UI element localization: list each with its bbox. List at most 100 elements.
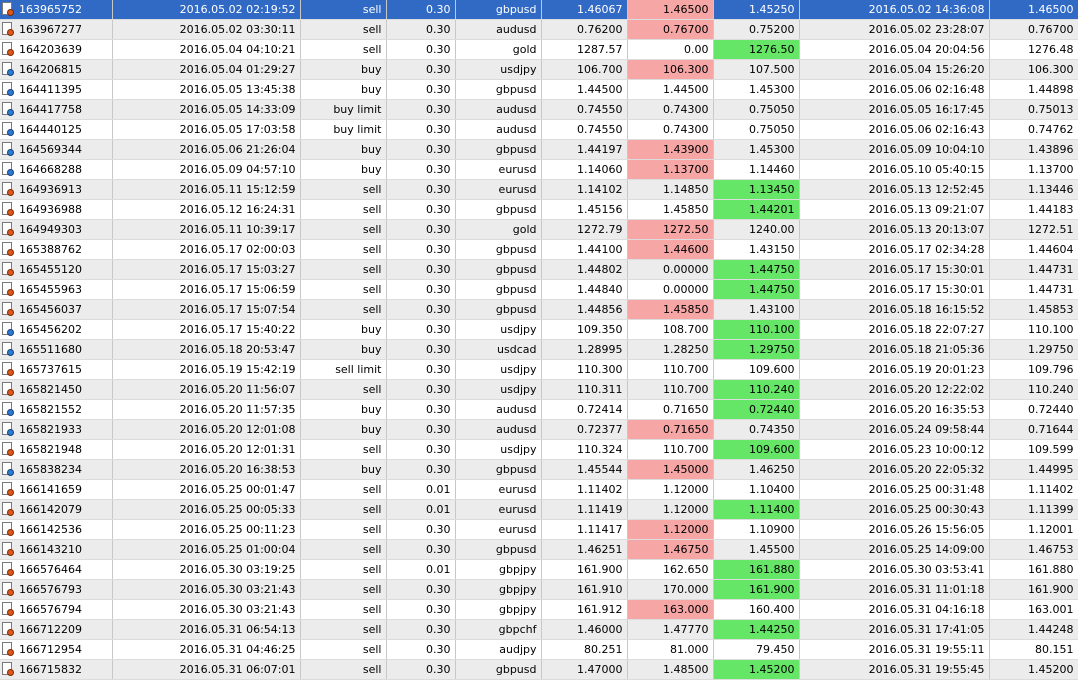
open-price-cell: 1.46067 xyxy=(541,0,628,20)
ticket-number: 165455120 xyxy=(19,263,82,276)
size-cell: 0.30 xyxy=(386,239,456,260)
close-price-cell: 1.44248 xyxy=(989,619,1078,640)
order-type-cell: sell xyxy=(300,519,387,540)
table-row[interactable]: 163967277 2016.05.02 03:30:11 sell 0.30 audu… xyxy=(0,19,1078,40)
ticket-cell: 166576464 xyxy=(0,559,113,580)
ticket-number: 165821933 xyxy=(19,423,82,436)
ticket-cell: 164411395 xyxy=(0,79,113,100)
open-time-cell: 2016.05.09 04:57:10 xyxy=(112,159,301,180)
ticket-cell: 166712209 xyxy=(0,619,113,640)
stop-loss-cell: 1.12000 xyxy=(627,479,714,500)
table-row[interactable]: 164936913 2016.05.11 15:12:59 sell 0.30 euru… xyxy=(0,179,1078,200)
table-row[interactable]: 164569344 2016.05.06 21:26:04 buy 0.30 gbpus… xyxy=(0,139,1078,160)
close-time-cell: 2016.05.13 09:21:07 xyxy=(799,199,990,220)
close-price-cell: 1.46500 xyxy=(989,0,1078,20)
ticket-cell: 163965752 xyxy=(0,0,113,20)
symbol-cell: gbpusd xyxy=(455,0,542,20)
close-price-cell: 1272.51 xyxy=(989,219,1078,240)
table-row[interactable]: 164668288 2016.05.09 04:57:10 buy 0.30 eurus… xyxy=(0,159,1078,180)
table-row[interactable]: 165821552 2016.05.20 11:57:35 buy 0.30 audus… xyxy=(0,399,1078,420)
table-row[interactable]: 165455120 2016.05.17 15:03:27 sell 0.30 gbpu… xyxy=(0,259,1078,280)
table-row[interactable]: 164936988 2016.05.12 16:24:31 sell 0.30 gbpu… xyxy=(0,199,1078,220)
table-row[interactable]: 166715832 2016.05.31 06:07:01 sell 0.30 gbpu… xyxy=(0,659,1078,680)
order-type-cell: sell xyxy=(300,539,387,560)
ticket-cell: 164206815 xyxy=(0,59,113,80)
size-cell: 0.01 xyxy=(386,479,456,500)
table-row[interactable]: 164949303 2016.05.11 10:39:17 sell 0.30 gold… xyxy=(0,219,1078,240)
table-row[interactable]: 163965752 2016.05.02 02:19:52 sell 0.30 gbpu… xyxy=(0,0,1078,20)
table-row[interactable]: 166143210 2016.05.25 01:00:04 sell 0.30 gbpu… xyxy=(0,539,1078,560)
table-row[interactable]: 165511680 2016.05.18 20:53:47 buy 0.30 usdca… xyxy=(0,339,1078,360)
order-type-cell: buy xyxy=(300,419,387,440)
ticket-cell: 165388762 xyxy=(0,239,113,260)
size-cell: 0.30 xyxy=(386,339,456,360)
take-profit-cell: 1.45300 xyxy=(713,79,800,100)
stop-loss-cell: 108.700 xyxy=(627,319,714,340)
order-sell-icon xyxy=(2,242,14,256)
close-price-cell: 161.900 xyxy=(989,579,1078,600)
open-price-cell: 1.44500 xyxy=(541,79,628,100)
table-row[interactable]: 164203639 2016.05.04 04:10:21 sell 0.30 gold… xyxy=(0,39,1078,60)
table-row[interactable]: 165456202 2016.05.17 15:40:22 buy 0.30 usdjp… xyxy=(0,319,1078,340)
take-profit-cell: 0.72440 xyxy=(713,399,800,420)
close-price-cell: 1.44898 xyxy=(989,79,1078,100)
table-row[interactable]: 166576794 2016.05.30 03:21:43 sell 0.30 gbpj… xyxy=(0,599,1078,620)
table-row[interactable]: 164206815 2016.05.04 01:29:27 buy 0.30 usdjp… xyxy=(0,59,1078,80)
table-row[interactable]: 166142079 2016.05.25 00:05:33 sell 0.01 euru… xyxy=(0,499,1078,520)
ticket-cell: 165455963 xyxy=(0,279,113,300)
open-price-cell: 106.700 xyxy=(541,59,628,80)
ticket-number: 165737615 xyxy=(19,363,82,376)
symbol-cell: eurusd xyxy=(455,519,542,540)
order-type-cell: sell xyxy=(300,439,387,460)
stop-loss-cell: 1.46750 xyxy=(627,539,714,560)
close-time-cell: 2016.05.20 16:35:53 xyxy=(799,399,990,420)
take-profit-cell: 0.74350 xyxy=(713,419,800,440)
table-row[interactable]: 166142536 2016.05.25 00:11:23 sell 0.30 euru… xyxy=(0,519,1078,540)
table-row[interactable]: 165388762 2016.05.17 02:00:03 sell 0.30 gbpu… xyxy=(0,239,1078,260)
table-row[interactable]: 165821450 2016.05.20 11:56:07 sell 0.30 usdj… xyxy=(0,379,1078,400)
ticket-number: 164206815 xyxy=(19,63,82,76)
order-sell-icon xyxy=(2,502,14,516)
table-row[interactable]: 165456037 2016.05.17 15:07:54 sell 0.30 gbpu… xyxy=(0,299,1078,320)
size-cell: 0.30 xyxy=(386,99,456,120)
ticket-cell: 165455120 xyxy=(0,259,113,280)
order-sell-icon xyxy=(2,202,14,216)
order-buy-icon xyxy=(2,342,14,356)
close-time-cell: 2016.05.17 15:30:01 xyxy=(799,259,990,280)
open-time-cell: 2016.05.30 03:21:43 xyxy=(112,599,301,620)
order-type-cell: sell limit xyxy=(300,359,387,380)
table-row[interactable]: 165821933 2016.05.20 12:01:08 buy 0.30 audus… xyxy=(0,419,1078,440)
table-row[interactable]: 166576793 2016.05.30 03:21:43 sell 0.30 gbpj… xyxy=(0,579,1078,600)
take-profit-cell: 1.11400 xyxy=(713,499,800,520)
order-sell-icon xyxy=(2,582,14,596)
ticket-number: 165388762 xyxy=(19,243,82,256)
symbol-cell: eurusd xyxy=(455,479,542,500)
table-row[interactable]: 166576464 2016.05.30 03:19:25 sell 0.01 gbpj… xyxy=(0,559,1078,580)
ticket-cell: 166712954 xyxy=(0,639,113,660)
order-type-cell: sell xyxy=(300,579,387,600)
table-row[interactable]: 166712209 2016.05.31 06:54:13 sell 0.30 gbpc… xyxy=(0,619,1078,640)
table-row[interactable]: 165838234 2016.05.20 16:38:53 buy 0.30 gbpus… xyxy=(0,459,1078,480)
order-sell-icon xyxy=(2,362,14,376)
open-price-cell: 1.46000 xyxy=(541,619,628,640)
open-time-cell: 2016.05.11 10:39:17 xyxy=(112,219,301,240)
open-time-cell: 2016.05.11 15:12:59 xyxy=(112,179,301,200)
table-row[interactable]: 165821948 2016.05.20 12:01:31 sell 0.30 usdj… xyxy=(0,439,1078,460)
close-time-cell: 2016.05.02 23:28:07 xyxy=(799,19,990,40)
ticket-cell: 164936988 xyxy=(0,199,113,220)
table-row[interactable]: 165737615 2016.05.19 15:42:19 sell limit 0.… xyxy=(0,359,1078,380)
ticket-number: 166576464 xyxy=(19,563,82,576)
table-row[interactable]: 166141659 2016.05.25 00:01:47 sell 0.01 euru… xyxy=(0,479,1078,500)
open-time-cell: 2016.05.20 16:38:53 xyxy=(112,459,301,480)
table-row[interactable]: 164440125 2016.05.05 17:03:58 buy limit 0.3… xyxy=(0,119,1078,140)
table-row[interactable]: 164411395 2016.05.05 13:45:38 buy 0.30 gbpus… xyxy=(0,79,1078,100)
symbol-cell: gbpusd xyxy=(455,279,542,300)
ticket-cell: 165456202 xyxy=(0,319,113,340)
table-row[interactable]: 164417758 2016.05.05 14:33:09 buy limit 0.3… xyxy=(0,99,1078,120)
open-price-cell: 1.28995 xyxy=(541,339,628,360)
table-row[interactable]: 166712954 2016.05.31 04:46:25 sell 0.30 audj… xyxy=(0,639,1078,660)
symbol-cell: usdjpy xyxy=(455,319,542,340)
table-row[interactable]: 165455963 2016.05.17 15:06:59 sell 0.30 gbpu… xyxy=(0,279,1078,300)
close-price-cell: 1276.48 xyxy=(989,39,1078,60)
size-cell: 0.30 xyxy=(386,39,456,60)
